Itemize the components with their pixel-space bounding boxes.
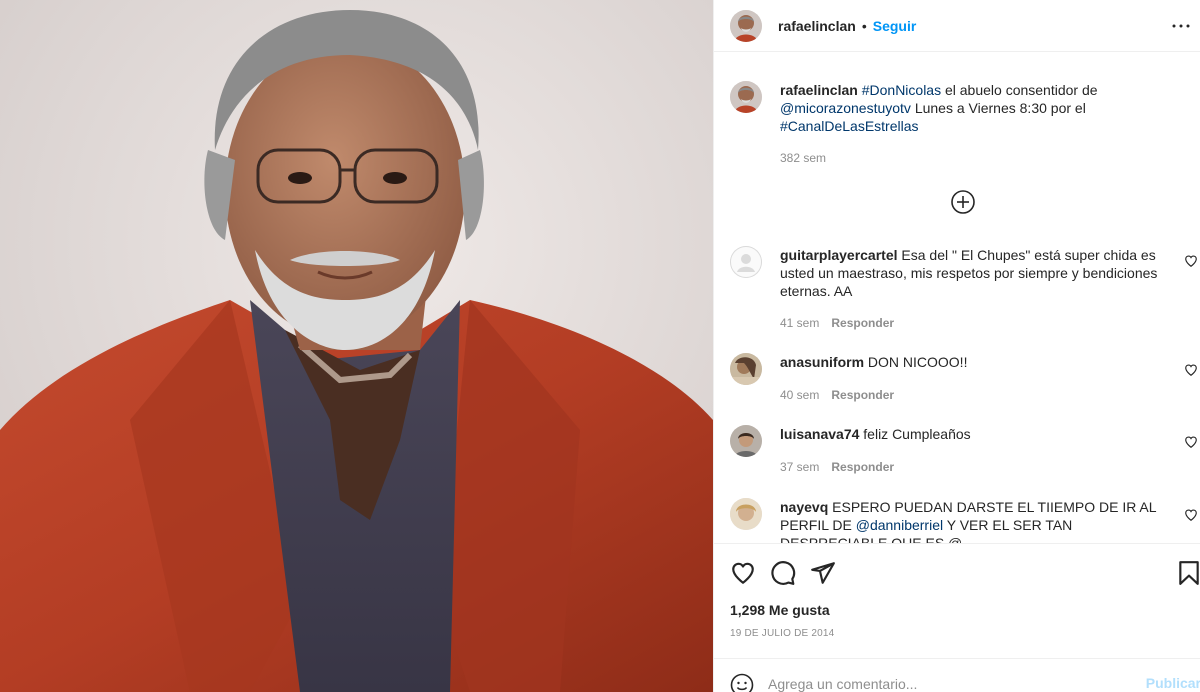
like-comment-icon[interactable] (1184, 435, 1198, 449)
publish-button[interactable]: Publicar (1146, 675, 1200, 691)
comment-time[interactable]: 41 sem (780, 316, 819, 330)
reply-button[interactable]: Responder (831, 316, 894, 330)
comment-time[interactable]: 40 sem (780, 388, 819, 402)
comment-username[interactable]: anasuniform (780, 354, 864, 370)
caption-username[interactable]: rafaelinclan (780, 82, 858, 98)
like-comment-icon[interactable] (1184, 508, 1198, 522)
comment-avatar[interactable] (730, 498, 762, 530)
comment-text: luisanava74 feliz Cumpleaños (780, 425, 1178, 443)
reply-button[interactable]: Responder (831, 460, 894, 474)
heart-icon[interactable] (730, 560, 756, 586)
caption-text-part: Lunes a Viernes 8:30 por el (910, 100, 1086, 116)
comment-avatar[interactable] (730, 246, 762, 278)
like-comment-icon[interactable] (1184, 363, 1198, 377)
comment-username[interactable]: luisanava74 (780, 426, 859, 442)
author-username[interactable]: rafaelinclan (778, 18, 856, 34)
comment-meta: 37 sem Responder (780, 460, 894, 474)
caption-avatar[interactable] (730, 81, 762, 113)
comment-icon[interactable] (770, 560, 796, 586)
comment-username[interactable]: guitarplayercartel (780, 247, 898, 263)
comment-body: DON NICOOO!! (864, 354, 968, 370)
caption-text: rafaelinclan #DonNicolas el abuelo conse… (780, 81, 1178, 135)
comment-text: nayevq ESPERO PUEDAN DARSTE EL TIIEMPO D… (780, 498, 1178, 543)
comment-body: feliz Cumpleaños (859, 426, 971, 442)
comment-avatar[interactable] (730, 425, 762, 457)
post-photo[interactable] (0, 0, 713, 692)
comments-list[interactable]: rafaelinclan #DonNicolas el abuelo conse… (714, 53, 1200, 543)
comment-text: guitarplayercartel Esa del " El Chupes" … (780, 246, 1178, 300)
mention-link[interactable]: @danniberriel (856, 517, 943, 533)
comment-username[interactable]: nayevq (780, 499, 828, 515)
mention-link[interactable]: @micorazonestuyotv (780, 100, 911, 116)
caption-text-part: el abuelo consentidor de (941, 82, 1098, 98)
likes-count[interactable]: 1,298 Me gusta (730, 602, 830, 618)
comment-meta: 41 sem Responder (780, 316, 894, 330)
follow-button[interactable]: Seguir (873, 18, 917, 34)
hashtag-link[interactable]: #DonNicolas (862, 82, 941, 98)
comment-meta: 40 sem Responder (780, 388, 894, 402)
comment-time[interactable]: 37 sem (780, 460, 819, 474)
load-more-comments-icon[interactable] (950, 189, 976, 215)
reply-button[interactable]: Responder (831, 388, 894, 402)
post-panel: rafaelinclan • Seguir rafaelinclan #DonN… (713, 0, 1200, 692)
like-comment-icon[interactable] (1184, 254, 1198, 268)
header-separator: • (861, 17, 867, 34)
caption-meta: 382 sem (780, 151, 826, 165)
share-icon[interactable] (810, 560, 836, 586)
post-date[interactable]: 19 DE JULIO DE 2014 (730, 628, 834, 639)
bookmark-icon[interactable] (1176, 560, 1200, 586)
comment-avatar[interactable] (730, 353, 762, 385)
add-comment-row: Publicar (714, 658, 1200, 692)
comment-text: anasuniform DON NICOOO!! (780, 353, 1178, 371)
caption-time[interactable]: 382 sem (780, 151, 826, 165)
author-avatar[interactable] (730, 9, 762, 42)
hashtag-link[interactable]: #CanalDeLasEstrellas (780, 118, 919, 134)
post-actions: 1,298 Me gusta 19 DE JULIO DE 2014 Publi… (714, 543, 1200, 692)
more-options-icon[interactable] (1169, 14, 1193, 38)
post-header: rafaelinclan • Seguir (714, 0, 1200, 52)
emoji-icon[interactable] (730, 673, 754, 692)
comment-input[interactable] (768, 669, 1128, 692)
